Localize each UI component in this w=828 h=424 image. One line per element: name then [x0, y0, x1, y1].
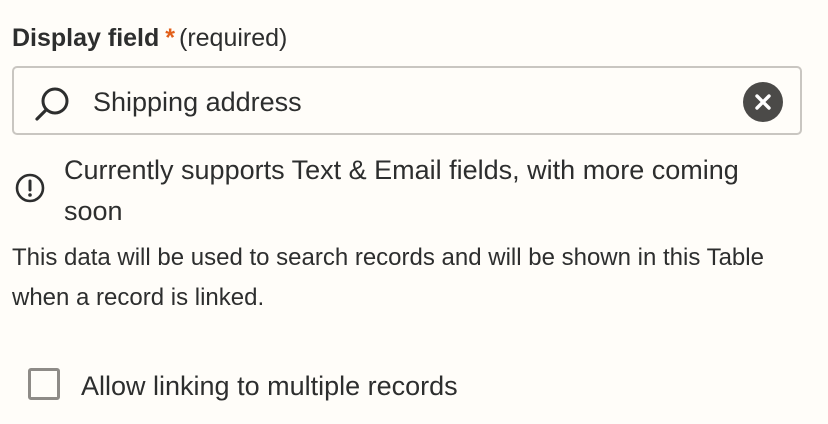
close-circle-icon[interactable] [743, 82, 783, 122]
alert-circle-icon [14, 172, 46, 204]
allow-multiple-records-label[interactable]: Allow linking to multiple records [81, 366, 458, 406]
display-field-search[interactable] [12, 66, 802, 135]
search-icon [32, 84, 72, 124]
field-label-text: Display field [12, 24, 160, 52]
notice-text: Currently supports Text & Email fields, … [64, 155, 739, 226]
required-asterisk: * [165, 24, 175, 52]
display-field-label: Display field * (required) [12, 22, 287, 54]
search-input[interactable] [93, 84, 713, 120]
allow-multiple-records-checkbox[interactable] [28, 368, 60, 400]
required-text: (required) [179, 24, 288, 52]
help-text: This data will be used to search records… [12, 244, 764, 311]
